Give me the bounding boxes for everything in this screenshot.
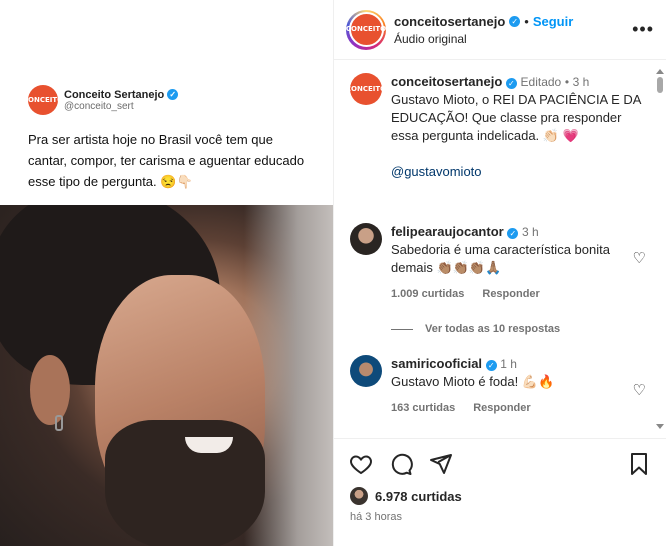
comments-section[interactable]: CONCEITO conceitosertanejo ✓ Editado • 3… <box>334 61 666 438</box>
action-bar <box>334 439 666 477</box>
avatar[interactable] <box>350 355 382 387</box>
tweet-card: CONCEITO Conceito Sertanejo ✓ @conceito_… <box>0 85 333 192</box>
tweet-name: Conceito Sertanejo ✓ <box>64 88 179 101</box>
bookmark-icon[interactable] <box>626 451 652 477</box>
separator-dot: • <box>524 13 529 29</box>
heart-icon[interactable] <box>348 451 374 477</box>
comment-text: Gustavo Mioto é foda! 💪🏻🔥 <box>391 374 555 389</box>
share-icon[interactable] <box>428 451 454 477</box>
scroll-down-arrow[interactable] <box>656 424 664 429</box>
caption: CONCEITO conceitosertanejo ✓ Editado • 3… <box>346 73 646 181</box>
separator-dot: • <box>564 75 570 89</box>
reply-button[interactable]: Responder <box>473 399 530 417</box>
comment-time: 3 h <box>521 225 539 239</box>
post-media[interactable]: CONCEITO Conceito Sertanejo ✓ @conceito_… <box>0 0 334 546</box>
audio-link[interactable]: Áudio original <box>394 32 632 46</box>
comment-likes[interactable]: 1.009 curtidas <box>391 285 464 303</box>
comment-time: 1 h <box>500 357 517 371</box>
scroll-thumb[interactable] <box>657 77 663 93</box>
story-ring-avatar[interactable]: CONCEITO <box>346 9 386 50</box>
tweet-name-text: Conceito Sertanejo <box>64 88 165 101</box>
post-header: CONCEITO conceitosertanejo ✓ • Seguir Áu… <box>334 0 666 60</box>
verified-icon: ✓ <box>485 360 497 371</box>
avatar: CONCEITO <box>346 73 386 105</box>
verified-icon: ✓ <box>507 228 519 239</box>
caption-text: Gustavo Mioto, o REI DA PACIÊNCIA E DA E… <box>391 92 641 143</box>
like-comment-icon[interactable]: ♡ <box>633 381 646 399</box>
tweet-header: CONCEITO Conceito Sertanejo ✓ @conceito_… <box>23 85 306 115</box>
view-replies-label: Ver todas as 10 respostas <box>425 323 561 335</box>
post-sidebar: CONCEITO conceitosertanejo ✓ • Seguir Áu… <box>334 0 666 546</box>
comment-username[interactable]: samiricooficial <box>391 356 482 371</box>
comment-text: Sabedoria é uma característica bonita de… <box>391 242 610 275</box>
post-photo <box>0 205 333 546</box>
caption-edited: Editado <box>520 75 562 89</box>
follow-button[interactable]: Seguir <box>533 14 573 29</box>
comment-icon[interactable] <box>388 451 414 477</box>
like-comment-icon[interactable]: ♡ <box>633 249 646 267</box>
scrollbar[interactable] <box>656 69 664 429</box>
header-username[interactable]: conceitosertanejo <box>394 14 505 29</box>
comment-item: samiricooficial ✓ 1 h Gustavo Mioto é fo… <box>350 355 646 417</box>
avatar <box>350 487 368 505</box>
verified-icon: ✓ <box>167 89 179 100</box>
tweet-text: Pra ser artista hoje no Brasil você tem … <box>28 132 305 189</box>
caption-time: 3 h <box>572 75 590 89</box>
verified-icon: ✓ <box>505 78 517 89</box>
likes-row[interactable]: 6.978 curtidas <box>334 477 666 505</box>
post-footer: 6.978 curtidas há 3 horas <box>334 438 666 546</box>
caption-username[interactable]: conceitosertanejo <box>391 74 502 89</box>
view-replies-button[interactable]: Ver todas as 10 respostas <box>391 323 560 335</box>
caption-avatar[interactable]: CONCEITO <box>346 73 386 105</box>
post-time: há 3 horas <box>350 511 402 523</box>
tweet-handle: @conceito_sert <box>64 100 134 112</box>
comment-username[interactable]: felipearaujocantor <box>391 224 504 239</box>
likes-count: 6.978 curtidas <box>375 488 462 504</box>
comment-item: felipearaujocantor ✓ 3 h Sabedoria é uma… <box>350 223 646 303</box>
avatar[interactable] <box>350 223 382 255</box>
scroll-up-arrow[interactable] <box>656 69 664 74</box>
reply-button[interactable]: Responder <box>482 285 539 303</box>
mention-link[interactable]: @gustavomioto <box>391 164 482 179</box>
more-options-icon[interactable]: ••• <box>632 19 654 40</box>
comment-likes[interactable]: 163 curtidas <box>391 399 455 417</box>
verified-icon: ✓ <box>509 15 521 27</box>
avatar: CONCEITO <box>346 12 386 47</box>
tweet-avatar: CONCEITO <box>23 85 63 115</box>
